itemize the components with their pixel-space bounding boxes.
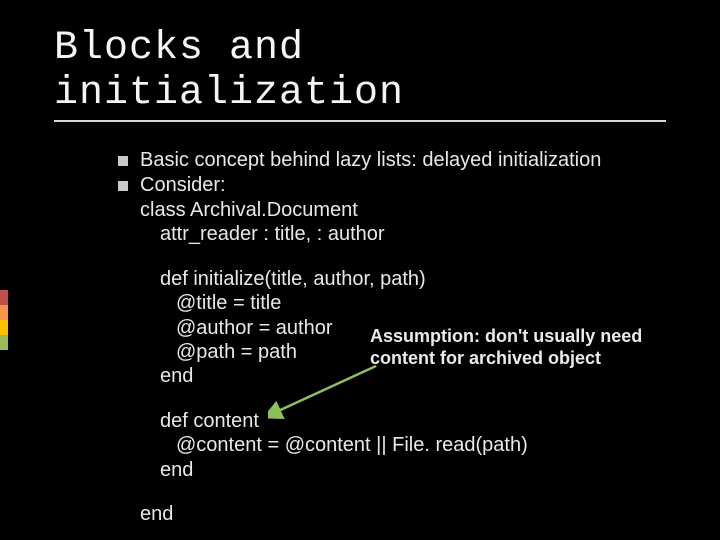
code-line: @title = title <box>140 291 662 315</box>
assumption-line: content for archived object <box>370 348 660 370</box>
accent-stripe <box>0 320 8 335</box>
code-line: end <box>140 502 662 526</box>
code-line: class Archival.Document <box>140 198 662 222</box>
code-line: def initialize(title, author, path) <box>140 267 662 291</box>
bullet-text: Basic concept behind lazy lists: delayed… <box>140 148 601 173</box>
accent-stripe <box>0 335 8 350</box>
bullet-text: Consider: <box>140 173 226 198</box>
assumption-line: Assumption: don't usually need <box>370 326 660 348</box>
accent-stripe <box>0 290 8 305</box>
assumption-callout: Assumption: don't usually need content f… <box>370 326 660 369</box>
blank-line <box>140 247 662 267</box>
sidebar-accent <box>0 290 8 350</box>
square-bullet-icon <box>118 181 128 191</box>
bullet-item: Consider: <box>118 173 662 198</box>
bullet-item: Basic concept behind lazy lists: delayed… <box>118 148 662 173</box>
blank-line <box>140 389 662 409</box>
code-line: @content = @content || File. read(path) <box>140 433 662 457</box>
code-line: end <box>140 458 662 482</box>
code-line: attr_reader : title, : author <box>140 222 662 246</box>
square-bullet-icon <box>118 156 128 166</box>
accent-stripe <box>0 305 8 320</box>
slide: Blocks and initialization Basic concept … <box>0 0 720 540</box>
title-underline <box>54 120 666 122</box>
code-line: def content <box>140 409 662 433</box>
slide-title: Blocks and initialization <box>54 26 666 116</box>
blank-line <box>140 482 662 502</box>
